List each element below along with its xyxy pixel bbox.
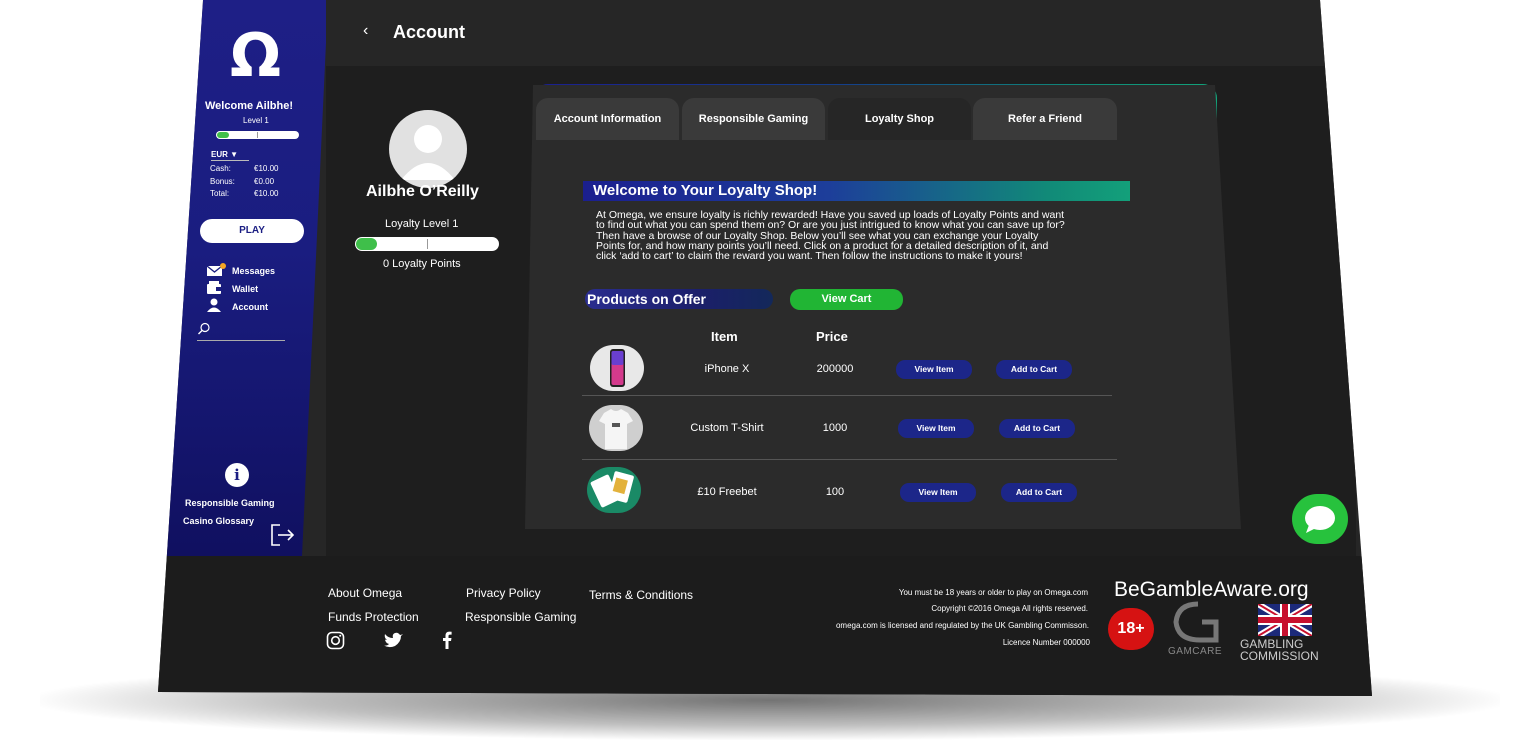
footer-link-about[interactable]: About Omega — [328, 586, 402, 600]
footer-link-funds-protection[interactable]: Funds Protection — [328, 610, 419, 624]
loyalty-shop-heading: Welcome to Your Loyalty Shop! — [583, 181, 1130, 201]
casino-glossary-link[interactable]: Casino Glossary — [183, 516, 254, 526]
cash-label: Cash: — [210, 164, 231, 173]
wallet-icon[interactable] — [206, 281, 224, 295]
column-header-price: Price — [816, 329, 848, 344]
view-item-button[interactable]: View Item — [896, 360, 972, 379]
iphone-image[interactable] — [590, 345, 644, 391]
bonus-value: €0.00 — [254, 177, 275, 186]
footer-link-responsible-gaming[interactable]: Responsible Gaming — [465, 610, 576, 624]
product-price: 200000 — [816, 363, 854, 375]
back-button[interactable]: ‹ — [363, 22, 368, 40]
chat-icon — [1305, 506, 1335, 533]
logout-icon[interactable] — [270, 523, 296, 552]
level-progress-tick — [257, 132, 258, 138]
tshirt-image[interactable] — [589, 405, 643, 451]
view-item-button[interactable]: View Item — [900, 483, 976, 502]
user-name: Ailbhe O’Reilly — [366, 183, 479, 200]
account-icon[interactable] — [206, 298, 224, 312]
legal-age-notice: You must be 18 years or older to play on… — [898, 588, 1088, 597]
begambleaware-logo[interactable]: BeGambleAware.org — [1114, 578, 1309, 602]
currency-select[interactable]: EUR ▼ — [211, 150, 249, 161]
add-to-cart-button[interactable]: Add to Cart — [1001, 483, 1077, 502]
legal-copyright: Copyright ©2016 Omega All rights reserve… — [931, 604, 1088, 613]
uk-flag-icon — [1256, 601, 1314, 641]
tab-responsible-gaming[interactable]: Responsible Gaming — [682, 98, 825, 140]
total-label: Total: — [210, 189, 230, 198]
loyalty-progress-bar — [355, 237, 499, 251]
bonus-label: Bonus: — [210, 177, 235, 186]
tab-account-information[interactable]: Account Information — [536, 98, 679, 140]
responsible-gaming-link[interactable]: Responsible Gaming — [185, 498, 275, 508]
legal-license: omega.com is licensed and regulated by t… — [835, 621, 1089, 630]
cash-value: €10.00 — [254, 164, 279, 173]
gambling-commission-logo-line2[interactable]: COMMISSION — [1240, 649, 1319, 663]
loyalty-level: Loyalty Level 1 — [385, 218, 459, 230]
loyalty-progress-fill — [356, 238, 378, 250]
play-button[interactable]: PLAY — [200, 219, 304, 243]
tab-loyalty-shop[interactable]: Loyalty Shop — [828, 98, 971, 140]
view-cart-button[interactable]: View Cart — [790, 289, 903, 310]
info-icon[interactable]: i — [225, 463, 249, 487]
add-to-cart-button[interactable]: Add to Cart — [999, 419, 1075, 438]
instagram-icon[interactable] — [326, 631, 345, 655]
gamcare-logo-icon — [1168, 600, 1230, 651]
product-name: iPhone X — [704, 363, 750, 375]
level-text: Level 1 — [243, 116, 269, 125]
add-to-cart-button[interactable]: Add to Cart — [996, 360, 1072, 379]
screen: Ω Welcome Ailbhe! Level 1 EUR ▼ Cash: €1… — [158, 0, 1372, 696]
chat-button[interactable] — [1292, 494, 1348, 544]
product-price: 1000 — [822, 422, 848, 434]
search-icon — [198, 322, 210, 335]
total-value: €10.00 — [254, 189, 279, 198]
legal-licence-number: Licence Number 000000 — [1002, 638, 1090, 647]
avatar — [389, 110, 467, 188]
wallet-link[interactable]: Wallet — [232, 284, 258, 294]
product-price: 100 — [825, 486, 845, 498]
tab-refer-a-friend[interactable]: Refer a Friend — [973, 98, 1117, 140]
account-link[interactable]: Account — [232, 302, 268, 312]
column-header-item: Item — [711, 329, 738, 344]
messages-icon[interactable] — [206, 263, 226, 277]
twitter-icon[interactable] — [384, 632, 404, 653]
product-name: £10 Freebet — [697, 486, 757, 498]
page-title: Account — [393, 22, 465, 42]
age-restriction-badge: 18+ — [1108, 608, 1154, 650]
search-input[interactable] — [197, 322, 285, 341]
gamcare-logo[interactable]: GAMCARE — [1168, 646, 1222, 657]
level-progress-fill — [217, 132, 230, 138]
omega-logo: Ω — [230, 21, 282, 91]
footer-link-privacy[interactable]: Privacy Policy — [466, 586, 541, 600]
messages-link[interactable]: Messages — [232, 266, 275, 276]
products-heading: Products on Offer — [585, 289, 773, 309]
product-name: Custom T-Shirt — [690, 422, 764, 434]
view-item-button[interactable]: View Item — [898, 419, 974, 438]
top-bar — [326, 0, 1326, 66]
loyalty-shop-intro: At Omega, we ensure loyalty is richly re… — [596, 209, 1065, 263]
row-divider — [582, 395, 1112, 396]
footer-link-terms[interactable]: Terms & Conditions — [589, 588, 693, 602]
level-progress-bar — [216, 131, 299, 139]
loyalty-progress-tick — [427, 239, 428, 249]
loyalty-points: 0 Loyalty Points — [383, 258, 461, 270]
facebook-icon[interactable] — [442, 631, 452, 654]
freebet-image[interactable] — [587, 467, 641, 513]
row-divider — [582, 459, 1117, 460]
welcome-text: Welcome Ailbhe! — [205, 100, 294, 112]
